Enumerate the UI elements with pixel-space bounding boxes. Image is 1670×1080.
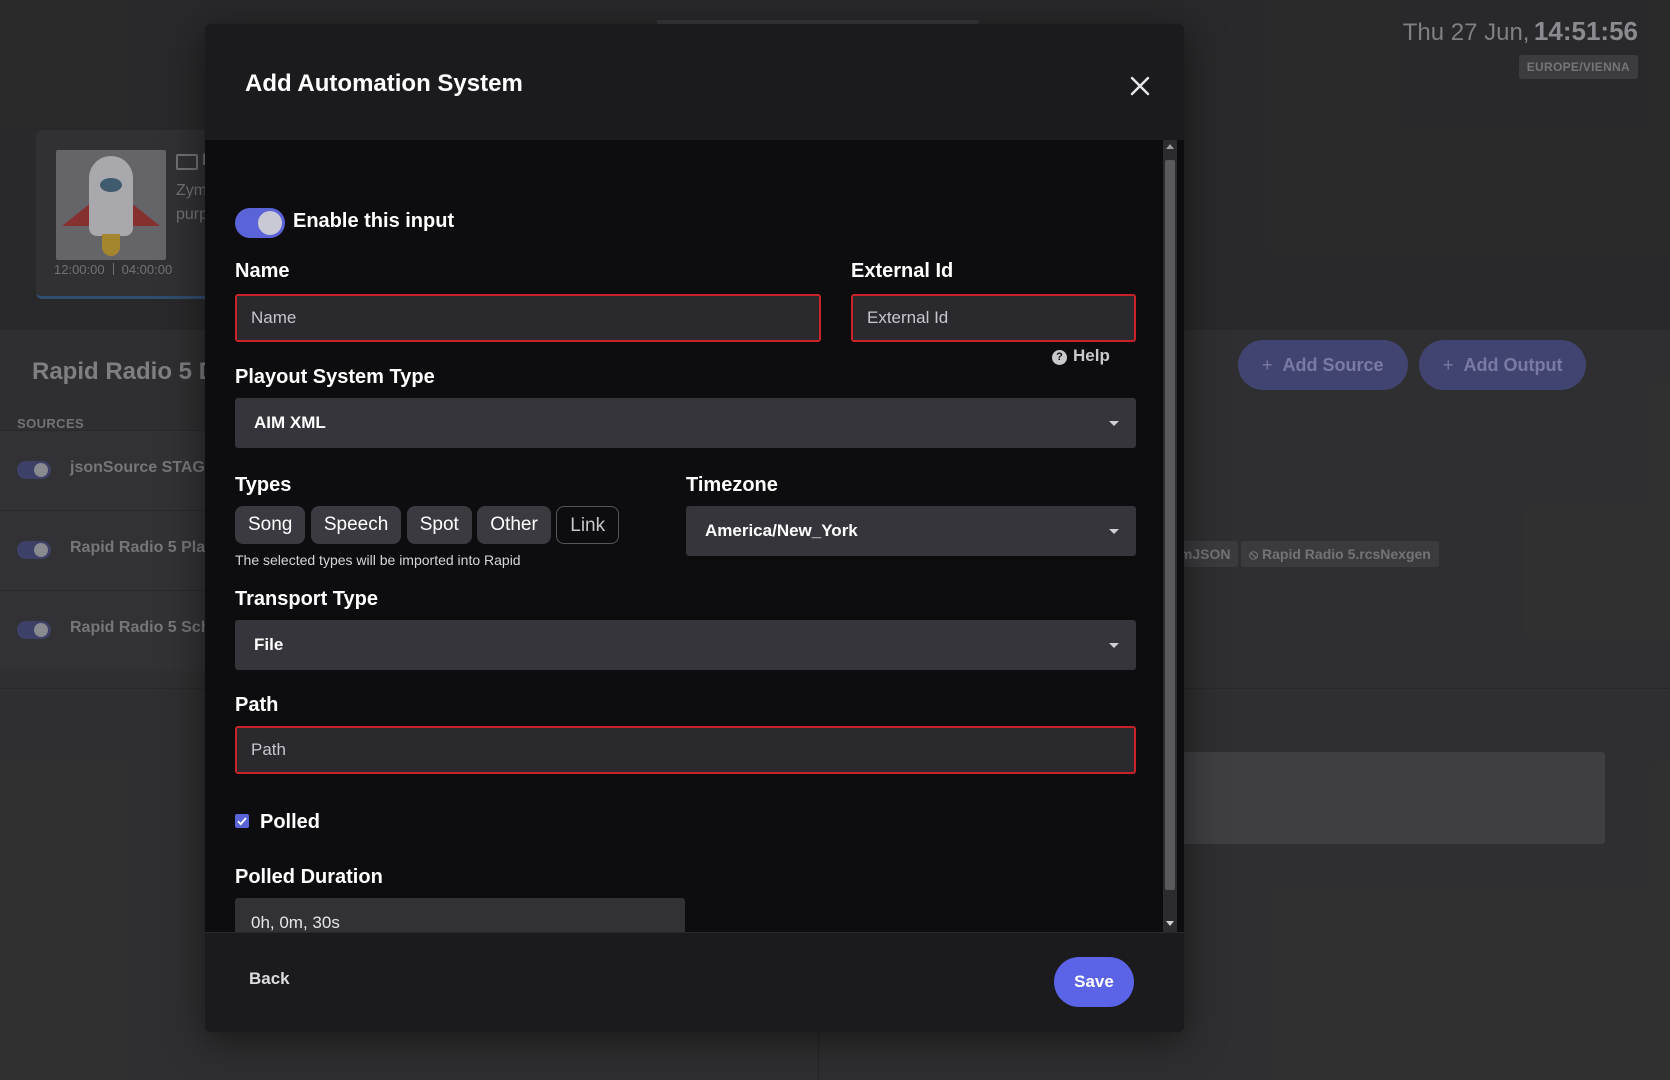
chevron-down-icon [1109,643,1119,648]
type-link-button[interactable]: Link [556,506,620,544]
polled-duration-input[interactable] [235,898,685,932]
scrollbar-thumb[interactable] [1165,160,1175,890]
types-group: Song Speech Spot Other Link [235,506,620,544]
polled-label: Polled [260,811,321,833]
transport-type-select[interactable]: File [235,620,1136,670]
transport-type-label: Transport Type [235,588,378,610]
dialog-header: Add Automation System [205,24,1184,140]
help-link[interactable]: ? Help [1052,346,1110,366]
polled-duration-label: Polled Duration [235,866,383,888]
chevron-down-icon [1109,529,1119,534]
back-button[interactable]: Back [249,969,290,989]
enable-input-toggle[interactable] [235,208,285,238]
dialog-footer: Back Save [205,932,1184,1032]
playout-system-label: Playout System Type [235,366,435,388]
type-other-button[interactable]: Other [477,506,551,544]
chevron-down-icon [1109,421,1119,426]
scroll-down-arrow-icon[interactable] [1166,921,1174,926]
name-input[interactable] [235,294,821,342]
type-song-button[interactable]: Song [235,506,306,544]
transport-type-value: File [254,635,284,654]
types-label: Types [235,474,292,496]
scroll-up-arrow-icon[interactable] [1166,144,1174,149]
timezone-label: Timezone [686,474,778,496]
name-label: Name [235,260,290,282]
type-spot-button[interactable]: Spot [406,506,472,544]
timezone-select[interactable]: America/New_York [686,506,1136,556]
help-label: Help [1073,346,1110,365]
help-icon: ? [1052,350,1067,365]
types-hint: The selected types will be imported into… [235,552,521,568]
type-speech-button[interactable]: Speech [310,506,402,544]
save-button[interactable]: Save [1054,957,1134,1007]
dialog-body[interactable]: Enable this input Name External Id ? Help… [205,140,1184,932]
add-automation-dialog: Add Automation System Enable this input … [205,24,1184,1032]
toggle-knob [258,211,282,235]
close-icon[interactable] [1124,70,1156,102]
external-id-input[interactable] [851,294,1136,342]
timezone-value: America/New_York [705,521,858,540]
external-id-label: External Id [851,260,954,282]
playout-system-select[interactable]: AIM XML [235,398,1136,448]
path-label: Path [235,694,279,716]
playout-system-value: AIM XML [254,413,326,432]
dialog-title: Add Automation System [245,70,523,97]
path-input[interactable] [235,726,1136,774]
polled-checkbox[interactable] [235,814,249,828]
enable-input-label: Enable this input [293,210,455,232]
